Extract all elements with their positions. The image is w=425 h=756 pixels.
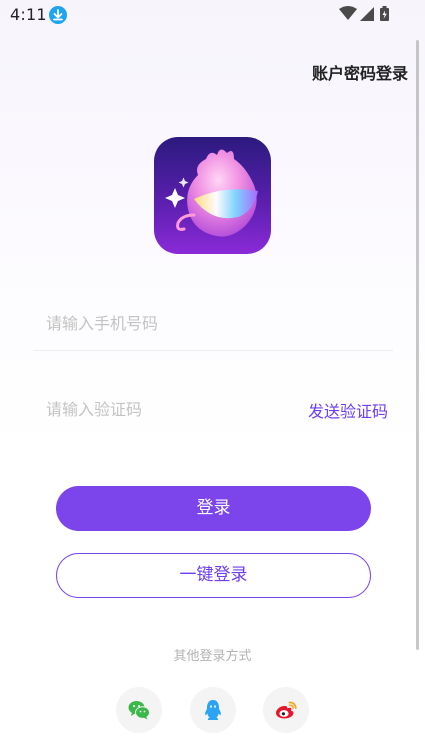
weibo-icon [276, 701, 297, 719]
weibo-login-button[interactable] [263, 687, 309, 733]
other-login-methods-label: 其他登录方式 [173, 649, 252, 664]
qq-login-button[interactable] [190, 687, 236, 733]
wechat-icon [128, 701, 150, 720]
one-click-login-button[interactable]: 一键登录 [56, 553, 371, 598]
app-logo [154, 137, 271, 254]
qq-icon [205, 700, 221, 720]
phone-input[interactable] [46, 310, 376, 336]
phone-input-row [33, 300, 393, 351]
download-icon [49, 6, 67, 24]
password-login-link[interactable]: 账户密码登录 [312, 60, 408, 84]
status-icons [339, 6, 395, 22]
wechat-login-button[interactable] [116, 687, 162, 733]
verification-code-input[interactable] [46, 396, 276, 422]
signal-icon [360, 7, 374, 21]
battery-icon [380, 6, 389, 21]
scrollbar[interactable] [416, 40, 419, 650]
status-bar: 4:11 [0, 0, 425, 28]
send-code-button[interactable]: 发送验证码 [308, 398, 388, 422]
status-time: 4:11 [10, 5, 47, 24]
wifi-icon [339, 6, 357, 20]
code-input-row: 发送验证码 [33, 386, 393, 436]
login-button[interactable]: 登录 [56, 486, 371, 531]
